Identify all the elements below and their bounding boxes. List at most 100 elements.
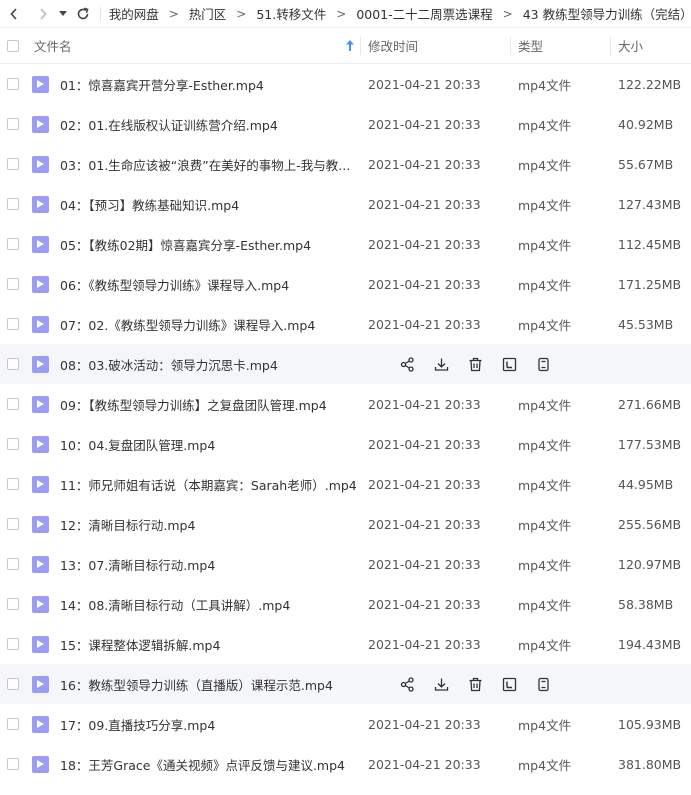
file-row[interactable]: 01：惊喜嘉宾开营分享-Esther.mp4 2021-04-21 20:33 mp… — [0, 64, 691, 104]
file-name[interactable]: 14：08.清晰目标行动（工具讲解）.mp4 — [60, 595, 290, 614]
file-name-cell[interactable]: 08：03.破冰活动：领导力沉思卡.mp4 — [26, 355, 360, 374]
file-name[interactable]: 02：01.在线版权认证训练营介绍.mp4 — [60, 115, 278, 134]
share-button[interactable] — [390, 352, 424, 376]
row-checkbox[interactable] — [7, 718, 19, 730]
file-name-cell[interactable]: 01：惊喜嘉宾开营分享-Esther.mp4 — [26, 75, 360, 94]
row-checkbox[interactable] — [7, 118, 19, 130]
file-name-cell[interactable]: 05：【教练02期】惊喜嘉宾分享-Esther.mp4 — [26, 235, 360, 254]
row-checkbox[interactable] — [7, 558, 19, 570]
breadcrumb-item-transfer[interactable]: 51.转移文件 — [256, 4, 326, 23]
file-name-cell[interactable]: 13：07.清晰目标行动.mp4 — [26, 555, 360, 574]
file-row[interactable]: 14：08.清晰目标行动（工具讲解）.mp4 2021-04-21 20:33 mp… — [0, 584, 691, 624]
file-name[interactable]: 09：【教练型领导力训练】之复盘团队管理.mp4 — [60, 395, 327, 414]
row-checkbox[interactable] — [7, 638, 19, 650]
row-checkbox[interactable] — [7, 198, 19, 210]
file-name[interactable]: 08：03.破冰活动：领导力沉思卡.mp4 — [60, 355, 278, 374]
file-name-cell[interactable]: 17：09.直播技巧分享.mp4 — [26, 715, 360, 734]
breadcrumb-item-courses[interactable]: 0001-二十二周票选课程 — [356, 4, 492, 23]
file-row[interactable]: 11：师兄师姐有话说（本期嘉宾：Sarah老师）.mp4 2021-04-21 2… — [0, 464, 691, 504]
file-name[interactable]: 03：01.生命应该被“浪费”在美好的事物上-我与教... — [60, 155, 350, 174]
file-name[interactable]: 12：清晰目标行动.mp4 — [60, 515, 195, 534]
share-button[interactable] — [390, 672, 424, 696]
file-name[interactable]: 07：02.《教练型领导力训练》课程导入.mp4 — [60, 315, 315, 334]
file-row[interactable]: 09：【教练型领导力训练】之复盘团队管理.mp4 2021-04-21 20:33… — [0, 384, 691, 424]
rename-button[interactable] — [492, 672, 526, 696]
row-checkbox[interactable] — [7, 158, 19, 170]
file-name[interactable]: 17：09.直播技巧分享.mp4 — [60, 715, 215, 734]
file-row[interactable]: 17：09.直播技巧分享.mp4 2021-04-21 20:33 mp4文件 105… — [0, 704, 691, 744]
file-name-cell[interactable]: 11：师兄师姐有话说（本期嘉宾：Sarah老师）.mp4 — [26, 475, 360, 494]
file-row[interactable]: 08：03.破冰活动：领导力沉思卡.mp4 — [0, 344, 691, 384]
file-name[interactable]: 04：【预习】教练基础知识.mp4 — [60, 195, 239, 214]
file-name-cell[interactable]: 07：02.《教练型领导力训练》课程导入.mp4 — [26, 315, 360, 334]
forward-button[interactable] — [33, 2, 54, 26]
file-row[interactable]: 05：【教练02期】惊喜嘉宾分享-Esther.mp4 2021-04-21 20… — [0, 224, 691, 264]
delete-button[interactable] — [458, 672, 492, 696]
row-checkbox[interactable] — [7, 438, 19, 450]
row-checkbox[interactable] — [7, 518, 19, 530]
file-name[interactable]: 10：04.复盘团队管理.mp4 — [60, 435, 215, 454]
row-checkbox[interactable] — [7, 318, 19, 330]
file-name-cell[interactable]: 04：【预习】教练基础知识.mp4 — [26, 195, 360, 214]
history-dropdown-button[interactable] — [56, 2, 71, 26]
row-checkbox[interactable] — [7, 598, 19, 610]
file-name-cell[interactable]: 06：《教练型领导力训练》课程导入.mp4 — [26, 275, 360, 294]
breadcrumb-item-hot[interactable]: 热门区 — [189, 4, 227, 23]
delete-button[interactable] — [458, 352, 492, 376]
breadcrumb-item-root[interactable]: 我的网盘 — [109, 4, 159, 23]
file-name[interactable]: 18：王芳Grace《通关视频》点评反馈与建议.mp4 — [60, 755, 345, 774]
more-button[interactable] — [526, 352, 560, 376]
file-row[interactable]: 15：课程整体逻辑拆解.mp4 2021-04-21 20:33 mp4文件 194.… — [0, 624, 691, 664]
file-type: mp4文件 — [518, 517, 572, 533]
file-row[interactable]: 04：【预习】教练基础知识.mp4 2021-04-21 20:33 mp4文件 12… — [0, 184, 691, 224]
file-name[interactable]: 16：教练型领导力训练（直播版）课程示范.mp4 — [60, 675, 333, 694]
file-row[interactable]: 03：01.生命应该被“浪费”在美好的事物上-我与教... 2021-04-21 … — [0, 144, 691, 184]
row-checkbox-cell — [0, 238, 26, 250]
more-button[interactable] — [526, 672, 560, 696]
breadcrumb-item-current[interactable]: 43 教练型领导力训练（完结） — [523, 4, 691, 23]
file-name-cell[interactable]: 10：04.复盘团队管理.mp4 — [26, 435, 360, 454]
file-row[interactable]: 13：07.清晰目标行动.mp4 2021-04-21 20:33 mp4文件 120… — [0, 544, 691, 584]
file-name[interactable]: 05：【教练02期】惊喜嘉宾分享-Esther.mp4 — [60, 235, 311, 254]
file-name-cell[interactable]: 09：【教练型领导力训练】之复盘团队管理.mp4 — [26, 395, 360, 414]
back-button[interactable] — [4, 2, 25, 26]
file-row[interactable]: 06：《教练型领导力训练》课程导入.mp4 2021-04-21 20:33 mp4… — [0, 264, 691, 304]
file-row[interactable]: 18：王芳Grace《通关视频》点评反馈与建议.mp4 2021-04-21 20… — [0, 744, 691, 784]
row-checkbox[interactable] — [7, 478, 19, 490]
header-name[interactable]: 文件名 — [26, 28, 360, 63]
row-checkbox[interactable] — [7, 678, 19, 690]
row-checkbox[interactable] — [7, 238, 19, 250]
breadcrumb-separator: > — [168, 6, 179, 21]
file-name-cell[interactable]: 12：清晰目标行动.mp4 — [26, 515, 360, 534]
download-button[interactable] — [424, 352, 458, 376]
refresh-button[interactable] — [73, 2, 94, 26]
file-name-cell[interactable]: 15：课程整体逻辑拆解.mp4 — [26, 635, 360, 654]
file-name-cell[interactable]: 03：01.生命应该被“浪费”在美好的事物上-我与教... — [26, 155, 360, 174]
header-type[interactable]: 类型 — [510, 28, 610, 63]
row-checkbox[interactable] — [7, 758, 19, 770]
file-row[interactable]: 10：04.复盘团队管理.mp4 2021-04-21 20:33 mp4文件 177… — [0, 424, 691, 464]
file-name[interactable]: 01：惊喜嘉宾开营分享-Esther.mp4 — [60, 75, 264, 94]
download-button[interactable] — [424, 672, 458, 696]
row-checkbox[interactable] — [7, 78, 19, 90]
file-name-cell[interactable]: 02：01.在线版权认证训练营介绍.mp4 — [26, 115, 360, 134]
file-name-cell[interactable]: 14：08.清晰目标行动（工具讲解）.mp4 — [26, 595, 360, 614]
file-row[interactable]: 07：02.《教练型领导力训练》课程导入.mp4 2021-04-21 20:33… — [0, 304, 691, 344]
file-row[interactable]: 16：教练型领导力训练（直播版）课程示范.mp4 — [0, 664, 691, 704]
file-name[interactable]: 13：07.清晰目标行动.mp4 — [60, 555, 215, 574]
select-all-checkbox[interactable] — [7, 39, 19, 52]
row-checkbox-cell — [0, 718, 26, 730]
rename-button[interactable] — [492, 352, 526, 376]
file-name-cell[interactable]: 16：教练型领导力训练（直播版）课程示范.mp4 — [26, 675, 360, 694]
row-checkbox[interactable] — [7, 398, 19, 410]
file-row[interactable]: 12：清晰目标行动.mp4 2021-04-21 20:33 mp4文件 255.56… — [0, 504, 691, 544]
file-row[interactable]: 02：01.在线版权认证训练营介绍.mp4 2021-04-21 20:33 mp4… — [0, 104, 691, 144]
header-size[interactable]: 大小 — [610, 28, 691, 63]
file-name[interactable]: 11：师兄师姐有话说（本期嘉宾：Sarah老师）.mp4 — [60, 475, 357, 494]
header-time[interactable]: 修改时间 — [360, 28, 510, 63]
file-name-cell[interactable]: 18：王芳Grace《通关视频》点评反馈与建议.mp4 — [26, 755, 360, 774]
row-checkbox[interactable] — [7, 358, 19, 370]
file-name[interactable]: 15：课程整体逻辑拆解.mp4 — [60, 635, 220, 654]
file-name[interactable]: 06：《教练型领导力训练》课程导入.mp4 — [60, 275, 289, 294]
row-checkbox[interactable] — [7, 278, 19, 290]
